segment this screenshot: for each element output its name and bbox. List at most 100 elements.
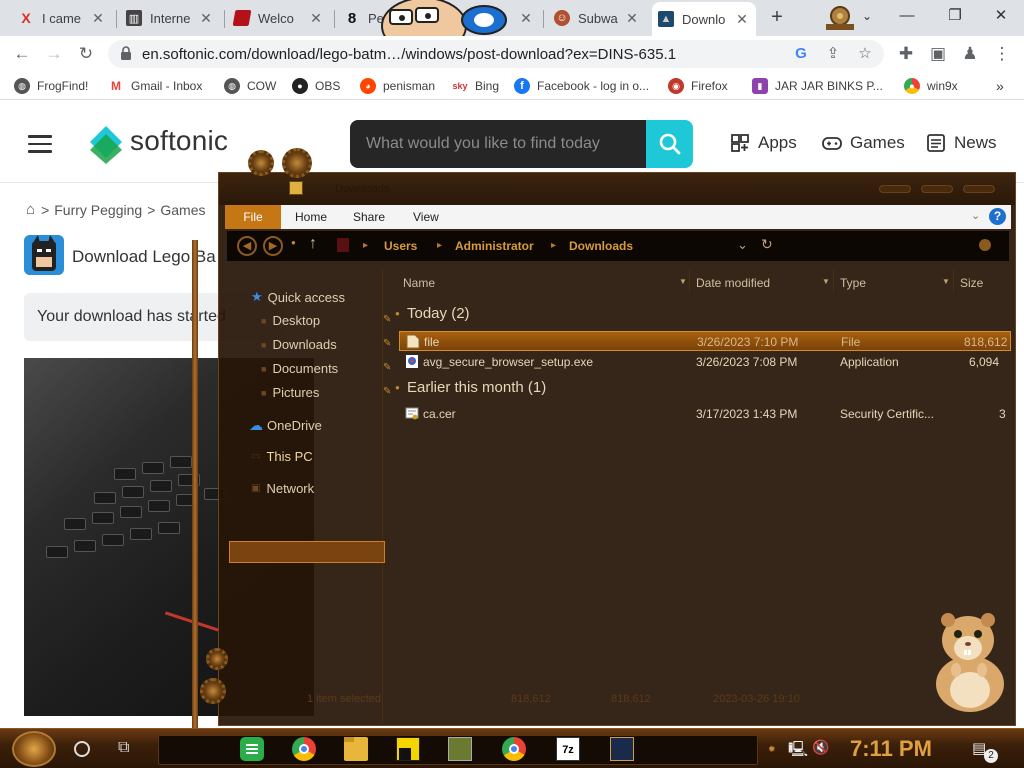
path-dropdown-icon[interactable]: ⌄ — [737, 237, 748, 253]
batman-game-icon[interactable] — [610, 737, 634, 761]
extensions-icon[interactable]: ✚ — [894, 42, 918, 66]
nav-desktop[interactable]: ■ Desktop ✎ — [261, 313, 391, 328]
bookmark-frogfind[interactable]: ◍ FrogFind! — [14, 77, 88, 95]
close-tab-icon[interactable]: ✕ — [734, 11, 750, 28]
search-icon[interactable] — [979, 239, 991, 251]
share-icon[interactable]: ⇪ — [824, 45, 842, 63]
maximize-button[interactable] — [921, 185, 953, 193]
file-row-selected[interactable]: file 3/26/2023 7:10 PM File 818,612 — [399, 331, 1011, 351]
up-arrow-icon[interactable]: ↑ — [309, 235, 317, 253]
bookmark-facebook[interactable]: f Facebook - log in o... — [514, 77, 649, 95]
bookmark-cow[interactable]: ◍ COW — [224, 77, 276, 95]
home-icon[interactable]: ⌂ — [26, 201, 35, 218]
chat-icon[interactable] — [240, 737, 264, 761]
bookmark-firefox[interactable]: ◉ Firefox — [668, 77, 728, 95]
browser-icon[interactable] — [502, 737, 526, 761]
restore-button[interactable]: ❐ — [940, 4, 970, 28]
hamburger-menu-icon[interactable] — [28, 135, 52, 153]
column-dropdown-icon[interactable]: ▼ — [822, 277, 830, 286]
softonic-logo-icon[interactable] — [88, 124, 124, 164]
ribbon-home-tab[interactable]: Home — [295, 210, 327, 224]
folder-icon[interactable] — [344, 737, 368, 761]
ribbon-share-tab[interactable]: Share — [353, 210, 385, 224]
refresh-icon[interactable]: ↻ — [761, 236, 773, 253]
column-name[interactable]: Name — [403, 276, 435, 290]
expand-ribbon-icon[interactable]: ⌄ — [971, 209, 980, 222]
close-window-button[interactable]: ✕ — [986, 4, 1016, 28]
close-button[interactable] — [963, 185, 995, 193]
recent-locations-icon[interactable]: ● — [291, 238, 296, 247]
bookmark-jarjar[interactable]: ▮ JAR JAR BINKS P... — [752, 77, 883, 95]
nav-games[interactable]: Games — [822, 133, 905, 153]
profile-avatar[interactable]: ♟ — [958, 42, 982, 66]
search-button[interactable] — [646, 120, 693, 168]
file-row[interactable]: ca.cer 3/17/2023 1:43 PM Security Certif… — [399, 404, 1011, 424]
nav-apps[interactable]: Apps — [730, 133, 797, 153]
forward-icon[interactable]: → — [42, 42, 66, 66]
bookmark-gmail[interactable]: M Gmail - Inbox — [108, 77, 202, 95]
side-panel-icon[interactable]: ▣ — [926, 42, 950, 66]
nav-this-pc-selected[interactable] — [229, 541, 385, 563]
close-tab-icon[interactable]: ✕ — [308, 10, 324, 27]
breadcrumb-games[interactable]: Games — [160, 202, 205, 218]
path-users[interactable]: Users — [384, 239, 417, 253]
task-view-icon[interactable]: ⧉ — [118, 739, 129, 757]
file-row[interactable]: avg_secure_browser_setup.exe 3/26/2023 7… — [399, 352, 1011, 372]
network-status-icon[interactable]: 🖳 — [788, 739, 808, 764]
google-icon[interactable]: G — [792, 45, 810, 63]
close-tab-icon[interactable]: ✕ — [518, 10, 534, 27]
softonic-wordmark[interactable]: softonic — [130, 125, 228, 157]
start-button[interactable] — [12, 731, 56, 767]
menu-icon[interactable]: ⋮ — [990, 42, 1014, 66]
back-icon[interactable]: ◀ — [237, 236, 257, 256]
taskbar-clock[interactable]: 7:11 PM — [850, 736, 932, 762]
group-earlier-this-month[interactable]: Earlier this month (1) — [407, 379, 546, 396]
7zip-icon[interactable]: 7z — [556, 737, 580, 761]
forward-icon[interactable]: ▶ — [263, 236, 283, 256]
game-icon[interactable] — [448, 737, 472, 761]
tab-active-downloads[interactable]: ▲ Downlo ✕ — [652, 2, 756, 36]
tab-search-icon[interactable]: ⌄ — [852, 4, 882, 28]
bookmark-obs[interactable]: ● OBS — [292, 77, 340, 95]
close-tab-icon[interactable]: ✕ — [624, 10, 640, 27]
column-date-modified[interactable]: Date modified — [696, 276, 770, 290]
tab-2[interactable]: ▥ Interne ✕ — [120, 4, 220, 32]
reload-icon[interactable]: ↻ — [74, 42, 98, 66]
search-input[interactable]: What would you like to find today — [350, 120, 646, 168]
column-dropdown-icon[interactable]: ▼ — [942, 277, 950, 286]
minimize-button[interactable]: — — [892, 4, 922, 28]
nav-quick-access[interactable]: ★ Quick access — [251, 289, 345, 305]
group-today[interactable]: Today (2) — [407, 305, 470, 322]
ribbon-view-tab[interactable]: View — [413, 210, 439, 224]
ribbon-file-tab[interactable]: File — [225, 205, 281, 229]
nav-this-pc[interactable]: ▭ This PC — [251, 449, 313, 464]
column-dropdown-icon[interactable]: ▼ — [679, 277, 687, 286]
nav-downloads[interactable]: ■ Downloads ✎ — [261, 337, 391, 352]
close-tab-icon[interactable]: ✕ — [198, 10, 214, 27]
address-bar[interactable]: en.softonic.com/download/lego-batm…/wind… — [108, 40, 884, 68]
chrome-icon[interactable] — [292, 737, 316, 761]
path-downloads[interactable]: Downloads — [569, 239, 633, 253]
tray-gear-icon[interactable]: ✹ — [768, 744, 776, 755]
breadcrumb-furry-pegging[interactable]: Furry Pegging — [54, 202, 142, 218]
path-administrator[interactable]: Administrator — [455, 239, 534, 253]
notes-icon[interactable] — [396, 737, 420, 761]
bookmark-win9x[interactable]: ● win9x — [904, 77, 958, 95]
bookmark-bing[interactable]: sky Bing — [452, 77, 499, 95]
bookmark-penisman[interactable]: ◕ penisman — [360, 77, 435, 95]
bookmark-star-icon[interactable]: ☆ — [856, 45, 874, 63]
tab-1[interactable]: X I came ✕ — [12, 4, 112, 32]
search-circle-icon[interactable] — [74, 741, 90, 757]
close-tab-icon[interactable]: ✕ — [90, 10, 106, 27]
group-expand-icon[interactable]: ● — [395, 309, 400, 318]
minimize-button[interactable] — [879, 185, 911, 193]
nav-documents[interactable]: ■ Documents ✎ — [261, 361, 391, 376]
nav-network[interactable]: ▣ Network — [251, 481, 314, 496]
address-bar[interactable]: ◀ ▶ ● ↑ ▸ Users ▸ Administrator ▸ Downlo… — [227, 231, 1009, 261]
nav-news[interactable]: News — [926, 133, 997, 153]
group-expand-icon[interactable]: ● — [395, 383, 400, 392]
tab-3[interactable]: Welco ✕ — [228, 4, 330, 32]
help-icon[interactable]: ? — [989, 208, 1006, 225]
nav-onedrive[interactable]: ☁ OneDrive — [249, 417, 322, 434]
column-type[interactable]: Type — [840, 276, 866, 290]
